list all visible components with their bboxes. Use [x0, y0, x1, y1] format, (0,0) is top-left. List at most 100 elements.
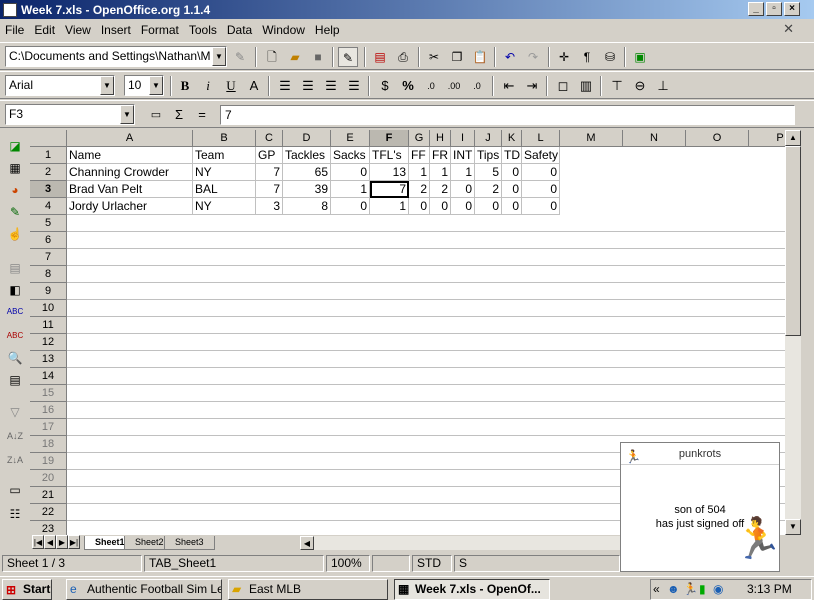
add-decimal-icon[interactable]: .00: [443, 76, 465, 96]
clock[interactable]: 3:13 PM: [747, 580, 792, 599]
menu-view[interactable]: View: [60, 23, 96, 37]
chevron-down-icon[interactable]: ▼: [120, 105, 134, 124]
filter-icon[interactable]: ▽: [5, 402, 25, 422]
row-header-16[interactable]: 16: [30, 402, 67, 419]
undo-icon[interactable]: ↶: [500, 47, 520, 67]
currency-format-icon[interactable]: $: [374, 76, 396, 96]
row-header-18[interactable]: 18: [30, 436, 67, 453]
cell-a3[interactable]: Brad Van Pelt: [67, 181, 193, 198]
row-header-3[interactable]: 3: [30, 181, 67, 198]
redo-icon[interactable]: ↷: [523, 47, 543, 67]
cell-d3[interactable]: 39: [283, 181, 331, 198]
row-header-2[interactable]: 2: [30, 164, 67, 181]
cell-j4[interactable]: 0: [475, 198, 502, 215]
row-header-12[interactable]: 12: [30, 334, 67, 351]
cell-f1[interactable]: TFL's: [370, 147, 409, 164]
find-replace-icon[interactable]: 🔍: [5, 348, 25, 368]
cell-j1[interactable]: Tips: [475, 147, 502, 164]
cell-d2[interactable]: 65: [283, 164, 331, 181]
tray-volume-icon[interactable]: ◉: [713, 580, 723, 599]
row-header-20[interactable]: 20: [30, 470, 67, 487]
form-functions-icon[interactable]: ☝: [5, 224, 25, 244]
draw-functions-icon[interactable]: ✎: [5, 202, 25, 222]
select-all-corner[interactable]: [30, 130, 67, 147]
column-header-e[interactable]: E: [331, 130, 370, 147]
row-header-13[interactable]: 13: [30, 351, 67, 368]
name-box[interactable]: F3 ▼: [5, 104, 135, 125]
cell-l2[interactable]: 0: [522, 164, 560, 181]
menu-data[interactable]: Data: [222, 23, 257, 37]
cell-l4[interactable]: 0: [522, 198, 560, 215]
cell-b4[interactable]: NY: [193, 198, 256, 215]
cell-a2[interactable]: Channing Crowder: [67, 164, 193, 181]
row-header-15[interactable]: 15: [30, 385, 67, 402]
cell-b2[interactable]: NY: [193, 164, 256, 181]
cell-a4[interactable]: Jordy Urlacher: [67, 198, 193, 215]
standard-format-icon[interactable]: .0: [420, 76, 442, 96]
sort-ascending-icon[interactable]: A↓Z: [5, 426, 25, 446]
cell-l3[interactable]: 0: [522, 181, 560, 198]
cell-i1[interactable]: INT: [451, 147, 475, 164]
cell-d4[interactable]: 8: [283, 198, 331, 215]
show-draw-functions-icon[interactable]: ◪: [5, 136, 25, 156]
edit-file-icon[interactable]: ✎: [230, 47, 250, 67]
cell-j3[interactable]: 2: [475, 181, 502, 198]
cell-h1[interactable]: FR: [430, 147, 451, 164]
tab-sheet3[interactable]: Sheet3: [164, 536, 215, 550]
horizontal-scrollbar[interactable]: ◀: [300, 536, 620, 550]
cell-i2[interactable]: 1: [451, 164, 475, 181]
menu-tools[interactable]: Tools: [184, 23, 222, 37]
scroll-down-icon[interactable]: ▼: [785, 519, 801, 535]
font-name-combo[interactable]: Arial ▼: [5, 75, 115, 96]
align-right-icon[interactable]: ☰: [320, 76, 342, 96]
borders-icon[interactable]: ◻: [552, 76, 574, 96]
column-header-f[interactable]: F: [370, 130, 409, 147]
auto-spellcheck-icon[interactable]: ABC: [5, 326, 25, 346]
cell-c1[interactable]: GP: [256, 147, 283, 164]
prev-sheet-icon[interactable]: ◀: [44, 535, 56, 549]
cell-i3[interactable]: 0: [451, 181, 475, 198]
column-header-h[interactable]: H: [430, 130, 451, 147]
cell-h2[interactable]: 1: [430, 164, 451, 181]
stylist-icon[interactable]: ¶: [577, 47, 597, 67]
row-header-1[interactable]: 1: [30, 147, 67, 164]
url-combo[interactable]: C:\Documents and Settings\Nathan\M ▼: [5, 46, 227, 67]
column-header-o[interactable]: O: [686, 130, 749, 147]
close-button[interactable]: ×: [784, 2, 800, 16]
column-header-i[interactable]: I: [451, 130, 475, 147]
print-icon[interactable]: ⎙: [393, 47, 413, 67]
increase-indent-icon[interactable]: ⇥: [521, 76, 543, 96]
cell-j2[interactable]: 5: [475, 164, 502, 181]
sort-descending-icon[interactable]: Z↓A: [5, 450, 25, 470]
cell-e3[interactable]: 1: [331, 181, 370, 198]
column-header-g[interactable]: G: [409, 130, 430, 147]
select-icon[interactable]: ◧: [5, 280, 25, 300]
formula-input[interactable]: 7: [220, 105, 795, 125]
data-pilot-icon[interactable]: ▤: [5, 370, 25, 390]
align-top-icon[interactable]: ⊤: [606, 76, 628, 96]
menu-help[interactable]: Help: [310, 23, 345, 37]
row-header-7[interactable]: 7: [30, 249, 67, 266]
open-folder-icon[interactable]: ▰: [285, 47, 305, 67]
row-header-10[interactable]: 10: [30, 300, 67, 317]
cell-g1[interactable]: FF: [409, 147, 430, 164]
zoom-level[interactable]: 100%: [326, 555, 370, 572]
justify-icon[interactable]: ☰: [343, 76, 365, 96]
cell-k4[interactable]: 0: [502, 198, 522, 215]
cell-k1[interactable]: TD: [502, 147, 522, 164]
aim-notification[interactable]: 🏃 punkrots son of 504 has just signed off…: [620, 442, 783, 572]
row-header-22[interactable]: 22: [30, 504, 67, 521]
cell-f4[interactable]: 1: [370, 198, 409, 215]
align-center-icon[interactable]: ☰: [297, 76, 319, 96]
cell-h4[interactable]: 0: [430, 198, 451, 215]
cell-e1[interactable]: Sacks: [331, 147, 370, 164]
cell-k3[interactable]: 0: [502, 181, 522, 198]
row-header-14[interactable]: 14: [30, 368, 67, 385]
font-size-combo[interactable]: 10 ▼: [124, 75, 164, 96]
row-header-21[interactable]: 21: [30, 487, 67, 504]
chevron-down-icon[interactable]: ▼: [212, 47, 226, 66]
background-color-icon[interactable]: ▥: [575, 76, 597, 96]
save-icon[interactable]: ■: [308, 47, 328, 67]
menu-file[interactable]: File: [0, 23, 29, 37]
cell-b3[interactable]: BAL: [193, 181, 256, 198]
